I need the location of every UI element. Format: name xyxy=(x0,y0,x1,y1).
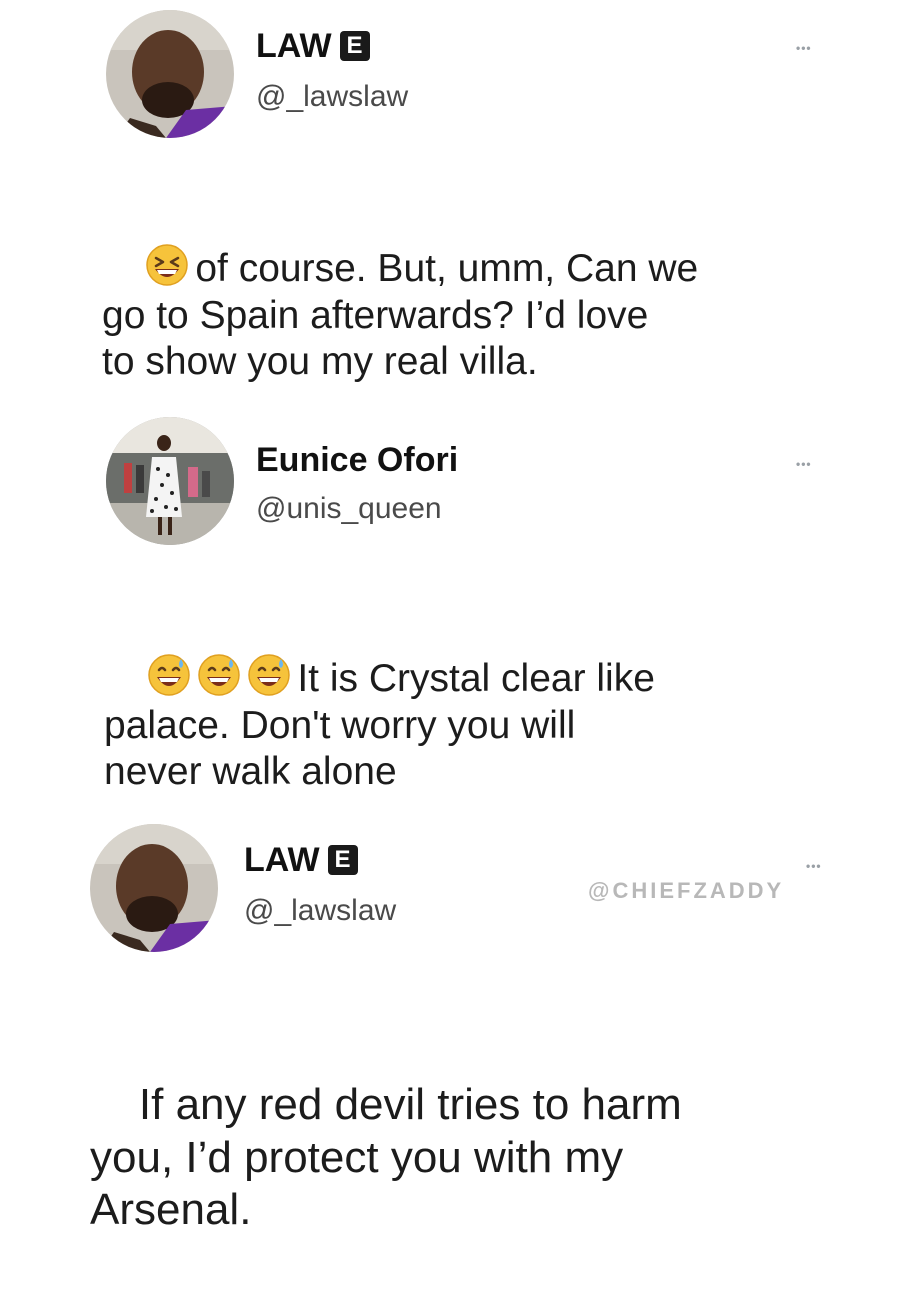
grinning-squinting-face-icon xyxy=(145,243,189,287)
tweet-3: LAW E @_lawslaw ••• @CHIEFZADDY If any r… xyxy=(0,810,899,1234)
tweet-text-content: of course. But, umm, Can we go to Spain … xyxy=(102,246,699,384)
user-handle[interactable]: @_lawslaw xyxy=(244,894,396,928)
tweet-1: LAW E @_lawslaw ••• of course. But, umm,… xyxy=(0,0,899,400)
display-name[interactable]: LAW xyxy=(256,27,332,66)
tweet-2: Eunice Ofori @unis_queen ••• It is Cryst… xyxy=(0,400,899,810)
display-name-row: LAW E xyxy=(256,26,370,66)
more-options-icon[interactable]: ••• xyxy=(796,458,812,470)
grinning-face-with-sweat-icon xyxy=(247,653,291,697)
e-badge-icon: E xyxy=(339,31,370,61)
display-name[interactable]: LAW xyxy=(244,841,320,880)
more-options-icon[interactable]: ••• xyxy=(796,42,812,54)
tweet-text: It is Crystal clear like palace. Don't w… xyxy=(104,606,864,843)
avatar[interactable] xyxy=(106,417,234,545)
tweet-text-content: If any red devil tries to harm you, I’d … xyxy=(90,1079,682,1235)
avatar-photo-icon xyxy=(106,417,234,545)
more-options-icon[interactable]: ••• xyxy=(806,860,822,872)
tweet-text: of course. But, umm, Can we go to Spain … xyxy=(102,196,862,433)
avatar-photo-icon xyxy=(106,10,234,138)
display-name-row: Eunice Ofori xyxy=(256,440,458,480)
e-badge-icon: E xyxy=(327,845,358,875)
display-name-row: LAW E xyxy=(244,840,358,880)
avatar[interactable] xyxy=(90,824,218,952)
grinning-face-with-sweat-icon xyxy=(197,653,241,697)
avatar[interactable] xyxy=(106,10,234,138)
avatar-photo-icon xyxy=(90,824,218,952)
user-handle[interactable]: @unis_queen xyxy=(256,492,442,526)
grinning-face-with-sweat-icon xyxy=(147,653,191,697)
watermark: @CHIEFZADDY xyxy=(588,878,785,903)
user-handle[interactable]: @_lawslaw xyxy=(256,80,408,114)
tweet-text: If any red devil tries to harm you, I’d … xyxy=(90,1026,880,1290)
display-name[interactable]: Eunice Ofori xyxy=(256,441,458,480)
